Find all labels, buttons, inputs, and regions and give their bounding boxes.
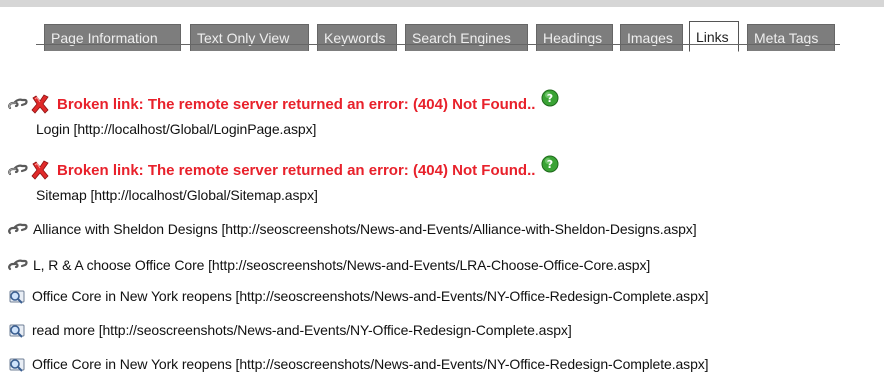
chain-link-icon bbox=[7, 97, 29, 111]
magnifier-icon bbox=[7, 355, 27, 373]
svg-text:?: ? bbox=[547, 158, 553, 171]
tab-meta-tags[interactable]: Meta Tags bbox=[747, 24, 835, 51]
link-text[interactable]: L, R & A choose Office Core [http://seos… bbox=[33, 257, 650, 273]
broken-link-error-row: Broken link: The remote server returned … bbox=[7, 89, 559, 117]
tab-keywords[interactable]: Keywords bbox=[317, 24, 397, 51]
red-x-icon bbox=[29, 93, 51, 115]
link-item: Office Core in New York reopens [http://… bbox=[7, 285, 709, 307]
link-text[interactable]: Office Core in New York reopens [http://… bbox=[32, 356, 709, 372]
link-item: Office Core in New York reopens [http://… bbox=[7, 353, 709, 375]
chain-link-icon bbox=[7, 258, 29, 272]
tab-links[interactable]: Links bbox=[689, 21, 739, 52]
link-item: L, R & A choose Office Core [http://seos… bbox=[7, 254, 650, 276]
tab-images[interactable]: Images bbox=[620, 24, 683, 51]
chain-link-icon bbox=[7, 222, 29, 236]
broken-link-error-message: Broken link: The remote server returned … bbox=[57, 161, 536, 179]
chain-link-icon bbox=[7, 163, 29, 177]
top-border bbox=[0, 0, 884, 7]
link-item: read more [http://seoscreenshots/News-an… bbox=[7, 319, 572, 341]
magnifier-icon bbox=[7, 321, 27, 339]
tab-bar: Page Information Text Only View Keywords… bbox=[0, 7, 884, 52]
link-item: Login [http://localhost/Global/LoginPage… bbox=[36, 118, 316, 140]
link-text[interactable]: Office Core in New York reopens [http://… bbox=[32, 288, 709, 304]
link-text[interactable]: read more [http://seoscreenshots/News-an… bbox=[32, 322, 572, 338]
tab-text-only-view[interactable]: Text Only View bbox=[190, 24, 309, 51]
svg-text:?: ? bbox=[547, 92, 553, 105]
tab-headings[interactable]: Headings bbox=[536, 24, 613, 51]
tab-search-engines[interactable]: Search Engines bbox=[405, 24, 528, 51]
tab-bar-baseline bbox=[36, 44, 840, 45]
tab-page-information[interactable]: Page Information bbox=[44, 24, 181, 51]
magnifier-icon bbox=[7, 287, 27, 305]
link-text[interactable]: Alliance with Sheldon Designs [http://se… bbox=[33, 221, 697, 237]
broken-link-error-row: Broken link: The remote server returned … bbox=[7, 155, 559, 183]
red-x-icon bbox=[29, 159, 51, 181]
link-text[interactable]: Sitemap [http://localhost/Global/Sitemap… bbox=[36, 187, 318, 203]
link-text[interactable]: Login [http://localhost/Global/LoginPage… bbox=[36, 121, 316, 137]
green-help-icon[interactable]: ? bbox=[541, 89, 559, 107]
broken-link-error-message: Broken link: The remote server returned … bbox=[57, 95, 536, 113]
link-item: Sitemap [http://localhost/Global/Sitemap… bbox=[36, 184, 318, 206]
link-item: Alliance with Sheldon Designs [http://se… bbox=[7, 218, 697, 240]
green-help-icon[interactable]: ? bbox=[541, 155, 559, 173]
